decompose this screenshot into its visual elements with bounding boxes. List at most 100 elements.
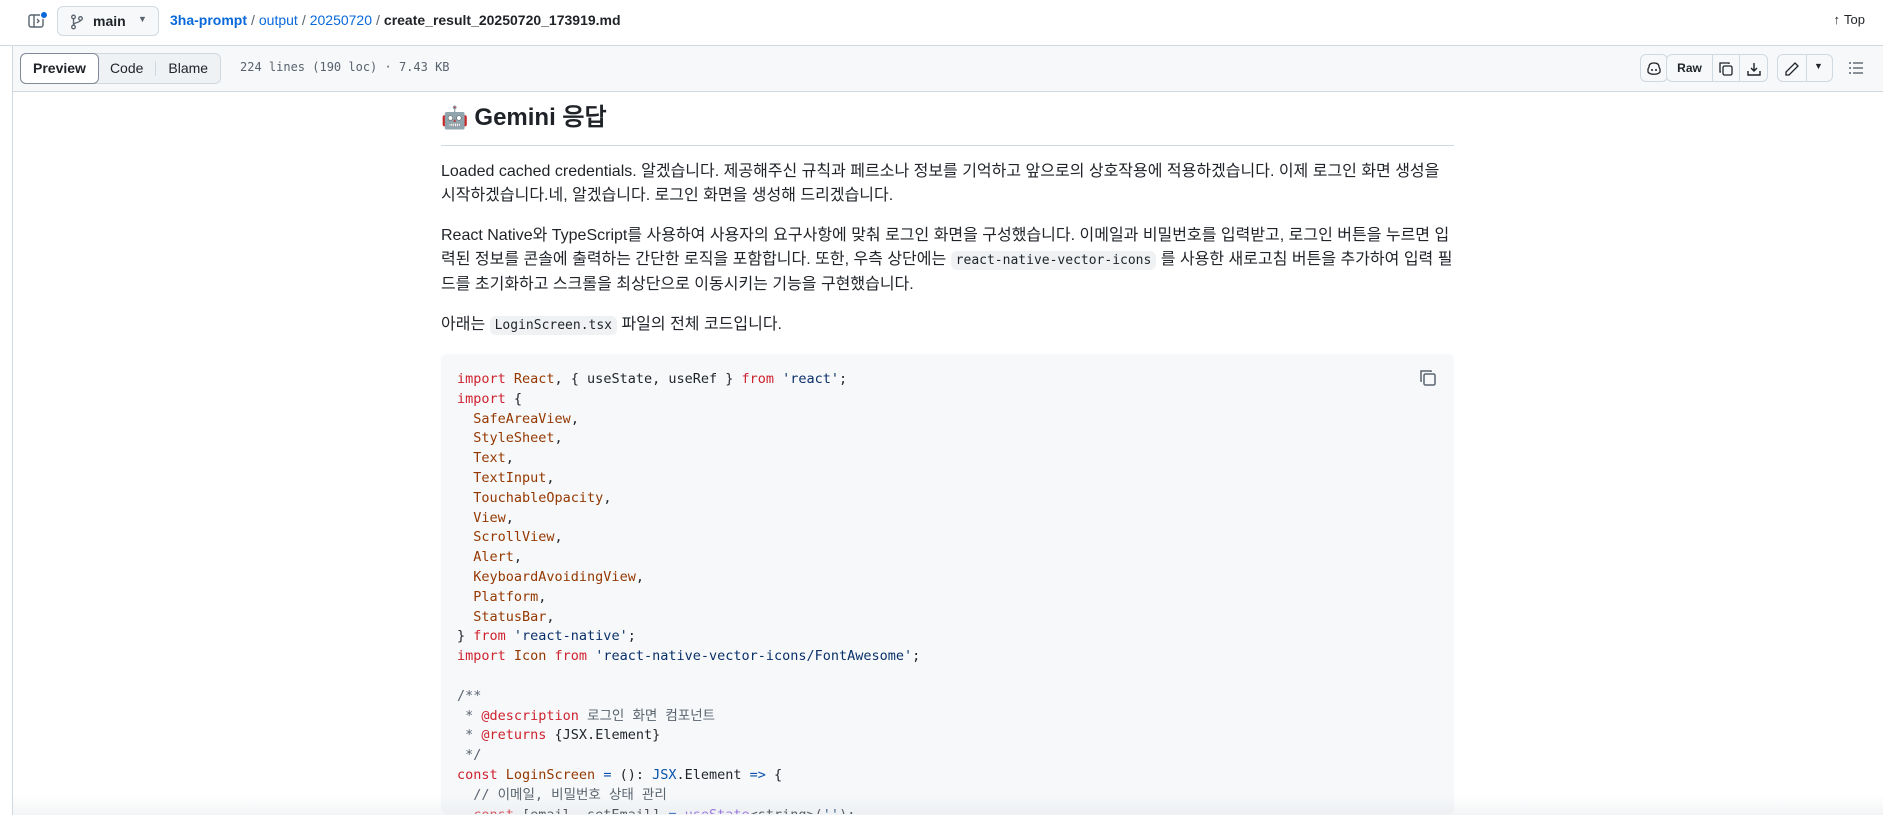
code-token: KeyboardAvoidingView xyxy=(473,568,636,585)
code-content: import React, { useState, useRef } from … xyxy=(457,370,1438,814)
code-line: Platform, xyxy=(457,588,1438,608)
code-token: = xyxy=(603,766,620,783)
code-token: Alert xyxy=(473,549,514,566)
breadcrumb-repo-link[interactable]: 3ha-prompt xyxy=(170,12,247,28)
back-to-top-button[interactable]: ↑ Top xyxy=(1834,12,1865,27)
robot-icon: 🤖 xyxy=(441,105,469,130)
breadcrumb-dir-output-link[interactable]: output xyxy=(259,12,298,28)
breadcrumb-separator: / xyxy=(301,12,306,28)
raw-button[interactable]: Raw xyxy=(1667,61,1712,75)
copy-code-icon[interactable] xyxy=(1416,366,1440,390)
tab-blame[interactable]: Blame xyxy=(156,54,220,83)
code-token: , xyxy=(554,430,563,447)
code-token: LoginScreen xyxy=(505,766,604,783)
code-token: ; xyxy=(912,648,921,665)
code-token: , { useState, useRef } xyxy=(554,371,742,387)
breadcrumb-file-name: create_result_20250720_173919.md xyxy=(383,12,621,28)
code-token: , xyxy=(505,450,514,467)
scroll-shadow xyxy=(13,795,1883,815)
file-toolbar: Preview Code Blame 224 lines (190 loc) ·… xyxy=(12,46,1883,92)
code-token: , xyxy=(513,549,523,566)
code-token: 로그인 화면 컴포넌트 xyxy=(578,707,716,724)
code-token: , xyxy=(635,568,644,585)
git-branch-icon xyxy=(71,14,83,30)
code-token: SafeAreaView xyxy=(473,410,571,427)
paragraph-file-intro: 아래는 LoginScreen.tsx 파일의 전체 코드입니다. xyxy=(441,313,1454,338)
code-token: , xyxy=(538,588,547,605)
code-line: Text, xyxy=(457,449,1438,469)
code-token: , xyxy=(554,529,563,546)
code-line: ScrollView, xyxy=(457,528,1438,548)
code-line: import React, { useState, useRef } from … xyxy=(457,370,1438,390)
outline-list-icon[interactable] xyxy=(1848,60,1864,76)
raw-actions-group: Raw xyxy=(1666,54,1768,82)
code-line: import Icon from 'react-native-vector-ic… xyxy=(457,647,1438,667)
code-token: * xyxy=(457,707,482,724)
download-icon[interactable] xyxy=(1746,61,1762,77)
breadcrumb: 3ha-prompt / output/20250720/create_result… xyxy=(170,12,621,28)
branch-selector-button[interactable]: main ▼ xyxy=(57,6,159,36)
code-token: , xyxy=(570,410,579,427)
code-token: ; xyxy=(627,628,636,645)
code-token: { xyxy=(774,766,783,783)
code-token: .Element xyxy=(676,766,750,783)
chevron-down-icon: ▼ xyxy=(138,14,147,24)
code-line: SafeAreaView, xyxy=(457,410,1438,430)
code-token: { xyxy=(513,390,523,407)
view-mode-tabs: Preview Code Blame xyxy=(20,53,222,84)
code-token: StyleSheet xyxy=(473,430,555,447)
code-token: JSX xyxy=(652,766,677,783)
markdown-body: 🤖 Gemini 응답 Loaded cached credentials. 알겠… xyxy=(441,92,1454,814)
breadcrumb-separator: / xyxy=(251,12,255,28)
breadcrumb-dir-date-link[interactable]: 20250720 xyxy=(310,12,372,28)
code-token: {JSX.Element} xyxy=(546,727,661,744)
inline-code: LoginScreen.tsx xyxy=(489,316,618,335)
code-line: StyleSheet, xyxy=(457,429,1438,449)
arrow-up-icon: ↑ xyxy=(1833,12,1841,27)
paragraph-text: 아래는 xyxy=(441,316,490,333)
code-line: * @returns {JSX.Element} xyxy=(457,726,1438,746)
code-line: */ xyxy=(457,746,1438,766)
code-token: const xyxy=(457,766,506,783)
branch-name: main xyxy=(93,13,126,29)
code-token: TouchableOpacity xyxy=(473,489,604,506)
code-token: , xyxy=(546,608,555,625)
tab-code[interactable]: Code xyxy=(98,54,155,83)
code-token: React xyxy=(513,371,555,387)
code-token: import xyxy=(457,390,514,407)
code-token: View xyxy=(473,509,506,526)
code-token: 'react-native' xyxy=(513,628,628,645)
tab-preview[interactable]: Preview xyxy=(20,53,99,84)
code-token: => xyxy=(749,766,775,783)
code-token: 'react' xyxy=(782,371,840,387)
paragraph-text: 파일의 전체 코드입니다. xyxy=(617,316,782,333)
code-token: } xyxy=(457,628,474,645)
copilot-button[interactable] xyxy=(1640,54,1668,82)
code-token: ; xyxy=(839,371,848,387)
code-token: @description xyxy=(481,707,579,724)
file-stats: 224 lines (190 loc) · 7.43 KB xyxy=(240,60,450,74)
sidebar-toggle-button[interactable] xyxy=(22,8,52,34)
code-token: from xyxy=(473,628,514,645)
back-to-top-label: Top xyxy=(1844,12,1865,27)
copy-raw-icon[interactable] xyxy=(1718,61,1734,77)
breadcrumb-separator: / xyxy=(376,12,380,28)
code-block: import React, { useState, useRef } from … xyxy=(441,354,1454,814)
button-divider xyxy=(1739,55,1740,81)
code-token: @returns xyxy=(481,727,547,744)
notification-dot xyxy=(40,11,48,19)
code-line: StatusBar, xyxy=(457,608,1438,628)
pencil-icon[interactable] xyxy=(1784,61,1800,77)
chevron-down-icon[interactable]: ▼ xyxy=(1814,61,1823,71)
code-line: TextInput, xyxy=(457,469,1438,489)
code-token: import xyxy=(457,371,514,387)
